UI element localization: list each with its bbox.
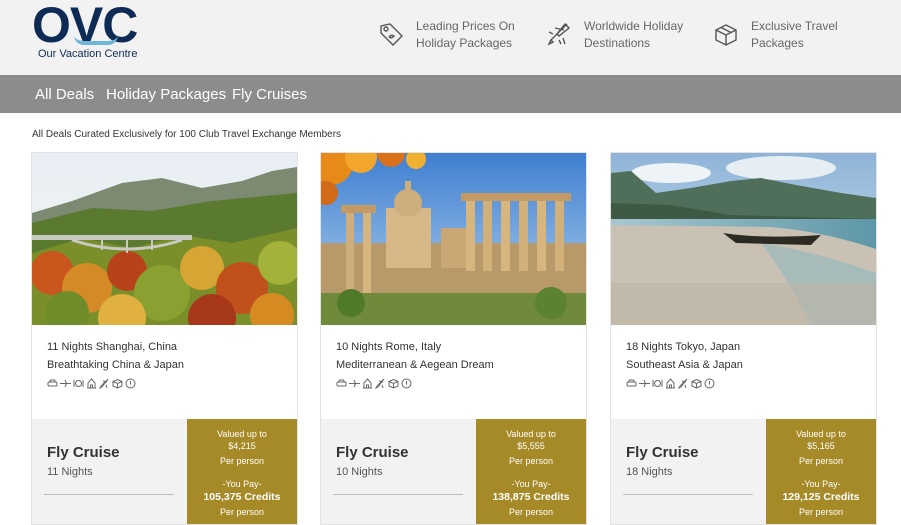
price-box[interactable]: Valued up to $5,165 Per person -You Pay-… [766,419,876,524]
deal-subtitle: Breathtaking China & Japan [47,359,184,371]
hotel-icon [86,378,97,389]
valued-label: Valued up to [796,429,846,439]
divider [44,494,174,495]
divider [333,494,463,495]
roman-forum-ruins-photo[interactable] [321,153,586,325]
flight-icon [375,378,386,389]
dining-icon [652,378,663,389]
airplane-icon [545,20,573,48]
valued-amount: $5,165 [807,441,835,451]
per-person-label: Per person [798,507,844,517]
nav-all-deals[interactable]: All Deals [35,86,94,103]
divider [623,494,753,495]
deal-type: Fly Cruise [336,444,409,461]
valued-label: Valued up to [217,429,267,439]
price-box[interactable]: Valued up to $4,215 Per person -You Pay-… [187,419,297,524]
price-tag-icon [377,20,405,48]
valued-amount: $4,215 [228,441,256,451]
ovc-logo[interactable]: OVC Our Vacation Centre [32,0,152,64]
plane-icon [60,378,71,389]
feature-line-2: Holiday Packages [416,36,513,50]
deal-subtitle: Mediterranean & Aegean Dream [336,359,494,371]
deal-title[interactable]: 11 Nights Shanghai, China [47,341,177,353]
deal-type: Fly Cruise [47,444,120,461]
deal-title[interactable]: 10 Nights Rome, Italy [336,341,441,353]
package-icon [112,378,123,389]
car-icon [336,378,347,389]
deal-subtitle: Southeast Asia & Japan [626,359,743,371]
car-icon [626,378,637,389]
main-nav: All Deals Holiday Packages Fly Cruises [0,75,901,113]
price-box[interactable]: Valued up to $5,555 Per person -You Pay-… [476,419,586,524]
info-icon [401,378,412,389]
dining-icon [73,378,84,389]
nav-fly-cruises[interactable]: Fly Cruises [232,86,307,103]
amenity-icons [336,378,412,390]
feature-line-2: Destinations [584,36,651,50]
info-icon [704,378,715,389]
flight-icon [99,378,110,389]
logo-subtitle: Our Vacation Centre [38,48,138,60]
plane-icon [349,378,360,389]
valued-label: Valued up to [506,429,556,439]
beach-boat-photo[interactable] [611,153,876,325]
flight-icon [678,378,689,389]
deal-card[interactable]: 11 Nights Shanghai, China Breathtaking C… [31,152,298,525]
page-tagline: All Deals Curated Exclusively for 100 Cl… [32,129,342,140]
deal-footer: Fly Cruise 11 Nights Valued up to $4,215… [32,419,297,524]
deal-nights: 11 Nights [47,466,93,478]
per-person-label: Per person [219,507,265,517]
you-pay-label: -You Pay- [801,479,841,489]
autumn-gorge-bridge-photo[interactable] [32,153,297,325]
feature-line-1: Leading Prices On [416,19,515,33]
hotel-icon [362,378,373,389]
info-icon [125,378,136,389]
credits-amount: 129,125 Credits [782,491,860,503]
hotel-icon [665,378,676,389]
package-icon [691,378,702,389]
car-icon [47,378,58,389]
you-pay-label: -You Pay- [511,479,551,489]
feature-line-1: Worldwide Holiday [584,19,684,33]
credits-amount: 138,875 Credits [492,491,570,503]
per-person-label: Per person [508,507,554,517]
valued-amount: $5,555 [517,441,545,451]
deal-footer: Fly Cruise 10 Nights Valued up to $5,555… [321,419,586,524]
credits-amount: 105,375 Credits [203,491,281,503]
deal-nights: 18 Nights [626,466,673,478]
deal-title[interactable]: 18 Nights Tokyo, Japan [626,341,740,353]
plane-icon [639,378,650,389]
deal-card[interactable]: 10 Nights Rome, Italy Mediterranean & Ae… [320,152,587,525]
site-header: OVC Our Vacation Centre Leading Prices O… [0,0,901,75]
deal-card[interactable]: 18 Nights Tokyo, Japan Southeast Asia & … [610,152,877,525]
package-icon [388,378,399,389]
deal-type: Fly Cruise [626,444,699,461]
deal-nights: 10 Nights [336,466,383,478]
deal-footer: Fly Cruise 18 Nights Valued up to $5,165… [611,419,876,524]
amenity-icons [47,378,136,390]
feature-line-1: Exclusive Travel [751,19,838,33]
logo-smile-icon [74,35,118,45]
nav-holiday-packages[interactable]: Holiday Packages [106,86,226,103]
per-person-label: Per person [508,456,554,466]
you-pay-label: -You Pay- [222,479,262,489]
feature-line-2: Packages [751,36,804,50]
per-person-label: Per person [798,456,844,466]
gift-box-icon [712,20,740,48]
per-person-label: Per person [219,456,265,466]
amenity-icons [626,378,715,390]
